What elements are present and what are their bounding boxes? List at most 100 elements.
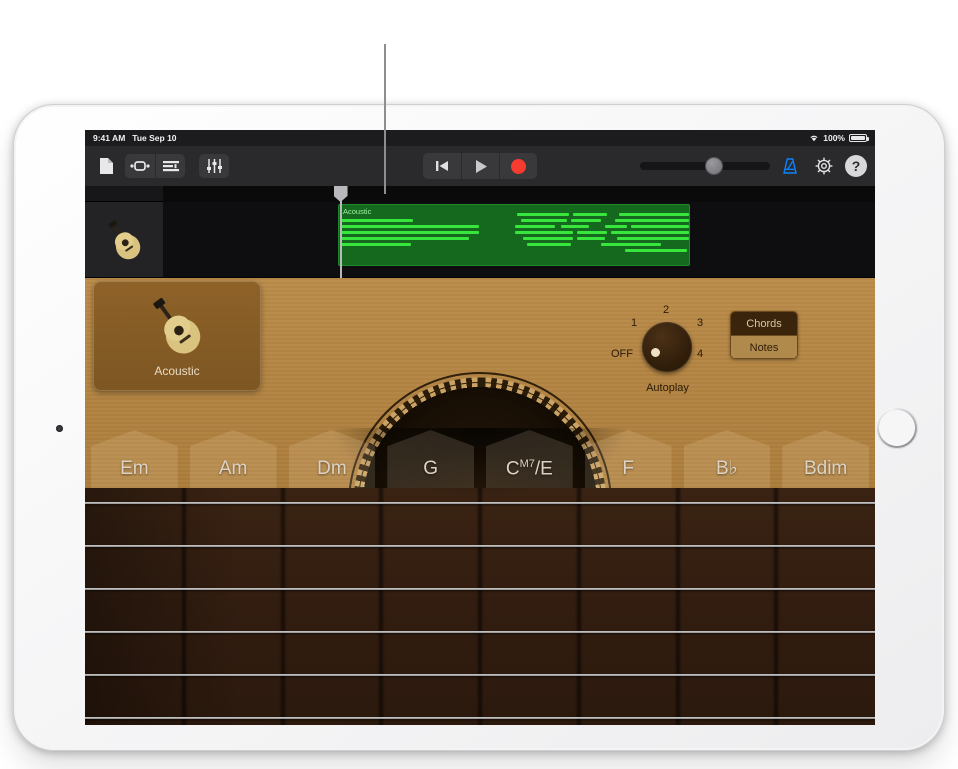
chord-name: F: [622, 458, 634, 480]
chord-name: CM7/E: [506, 458, 553, 480]
record-icon[interactable]: [499, 153, 537, 179]
chord-strip-3[interactable]: Dm: [283, 430, 382, 488]
master-volume-slider[interactable]: [640, 153, 770, 179]
wifi-icon: [809, 134, 819, 142]
chords-notes-toggle[interactable]: Chords Notes: [730, 311, 798, 359]
metronome-icon[interactable]: [777, 154, 803, 178]
chord-name: B♭: [716, 457, 738, 480]
rewind-icon[interactable]: [423, 153, 461, 179]
midi-note: [571, 219, 601, 222]
guitar-string-1[interactable]: [85, 502, 875, 504]
settings-gear-icon[interactable]: [811, 154, 837, 178]
status-date: Tue Sep 10: [132, 133, 176, 143]
fret-column-8[interactable]: [776, 488, 875, 725]
ruler-row: + 12345678: [85, 186, 875, 202]
guitar-string-4[interactable]: [85, 631, 875, 633]
chord-strip-6[interactable]: F: [579, 430, 678, 488]
midi-note: [341, 219, 413, 222]
slider-thumb[interactable]: [706, 158, 722, 174]
ruler-header-spacer: [85, 186, 163, 202]
acoustic-guitar-icon: [141, 294, 213, 360]
record-dot: [511, 159, 526, 174]
view-toggle-group: [125, 154, 185, 178]
autoplay-label-3[interactable]: 3: [697, 317, 703, 329]
document-icon[interactable]: [93, 154, 119, 178]
transport-controls: [423, 153, 537, 179]
chord-name: Dm: [317, 458, 347, 480]
midi-note: [413, 225, 479, 228]
midi-note: [611, 231, 689, 234]
midi-region[interactable]: Acoustic: [338, 204, 690, 266]
autoplay-label-1[interactable]: 1: [631, 317, 637, 329]
chord-strip-1[interactable]: Em: [85, 430, 184, 488]
chord-strip-2[interactable]: Am: [184, 430, 283, 488]
track-lane[interactable]: Acoustic: [163, 202, 875, 278]
chord-name: Am: [219, 458, 248, 480]
guitar-string-3[interactable]: [85, 588, 875, 590]
midi-note: [577, 237, 605, 240]
front-camera-icon: [56, 425, 63, 432]
home-button[interactable]: [876, 407, 918, 449]
fret-column-4[interactable]: [381, 488, 480, 725]
midi-note: [515, 225, 555, 228]
autoplay-knob[interactable]: [642, 322, 692, 372]
chord-strip-4[interactable]: G: [381, 430, 480, 488]
midi-note: [631, 225, 689, 228]
guitar-string-6[interactable]: [85, 717, 875, 719]
battery-percent: 100%: [823, 133, 845, 143]
status-bar: 9:41 AM Tue Sep 10 100%: [85, 130, 875, 146]
main-toolbar: ?: [85, 146, 875, 186]
chord-strip-7[interactable]: B♭: [678, 430, 777, 488]
autoplay-label-off[interactable]: OFF: [611, 348, 633, 360]
chords-mode-button[interactable]: Chords: [731, 312, 797, 335]
track-lane-row: Acoustic: [85, 202, 875, 278]
chord-strip: Em Am Dm G CM7/E F B♭ Bdim: [85, 430, 875, 488]
midi-note: [341, 225, 417, 228]
autoplay-label-2[interactable]: 2: [663, 304, 669, 316]
fretboard-left-shading: [85, 488, 240, 725]
midi-note: [341, 243, 411, 246]
midi-note: [605, 225, 627, 228]
midi-note: [521, 219, 567, 222]
track-view-icon[interactable]: [155, 154, 185, 178]
chord-strip-8[interactable]: Bdim: [776, 430, 875, 488]
fretboard[interactable]: [85, 488, 875, 725]
autoplay-knob-indicator: [651, 348, 660, 357]
midi-note: [617, 237, 689, 240]
fret-column-6[interactable]: [579, 488, 678, 725]
midi-note: [625, 249, 687, 252]
instrument-picker-card[interactable]: Acoustic: [93, 281, 261, 391]
smart-guitar-instrument: Acoustic OFF 1 2 3 4 Autoplay Chords Not…: [85, 278, 875, 725]
midi-note: [395, 237, 469, 240]
fret-column-7[interactable]: [678, 488, 777, 725]
status-time: 9:41 AM: [93, 133, 125, 143]
slider-track: [640, 162, 770, 170]
mixer-icon[interactable]: [199, 154, 229, 178]
midi-note: [523, 237, 573, 240]
midi-note: [619, 213, 689, 216]
guitar-string-2[interactable]: [85, 545, 875, 547]
battery-icon: [849, 134, 867, 142]
midi-note: [517, 213, 569, 216]
track-header[interactable]: [85, 202, 163, 278]
tracks-area: + 12345678: [85, 186, 875, 278]
autoplay-label-4[interactable]: 4: [697, 348, 703, 360]
chord-strip-5[interactable]: CM7/E: [480, 430, 579, 488]
loop-browser-icon[interactable]: [125, 154, 155, 178]
midi-note: [527, 243, 571, 246]
notes-mode-button[interactable]: Notes: [731, 336, 797, 359]
fret-column-5[interactable]: [480, 488, 579, 725]
fret-column-3[interactable]: [283, 488, 382, 725]
autoplay-caption: Autoplay: [615, 382, 720, 394]
screenshot-root: 9:41 AM Tue Sep 10 100%: [0, 0, 958, 769]
help-icon[interactable]: ?: [845, 155, 867, 177]
midi-note: [615, 219, 689, 222]
chord-name: Bdim: [804, 458, 847, 480]
instrument-picker-label: Acoustic: [154, 364, 199, 378]
acoustic-guitar-icon: [98, 218, 150, 262]
midi-note: [515, 231, 573, 234]
autoplay-control[interactable]: OFF 1 2 3 4 Autoplay: [615, 300, 720, 392]
guitar-string-5[interactable]: [85, 674, 875, 676]
chord-name: G: [423, 458, 438, 480]
play-icon[interactable]: [461, 153, 499, 179]
